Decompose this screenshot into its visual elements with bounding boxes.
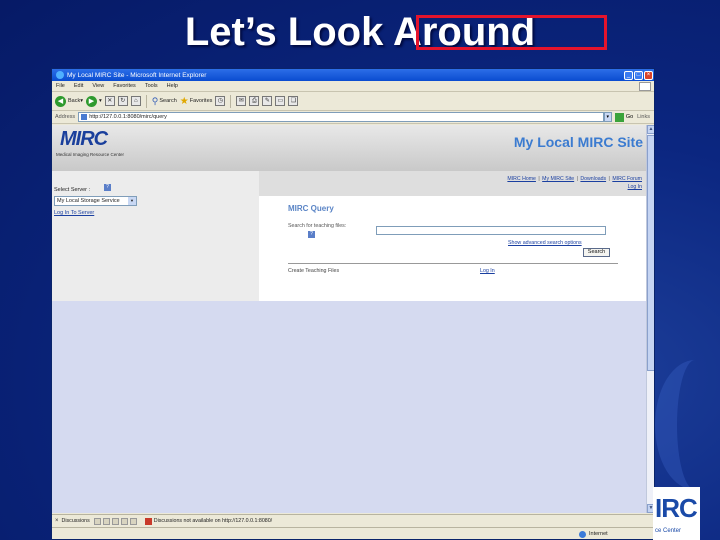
search-label: Search for teaching files: — [288, 223, 347, 229]
nav-highlight-box — [416, 15, 607, 50]
home-icon[interactable]: ⌂ — [130, 96, 141, 106]
corner-logo-text: IRC — [655, 493, 698, 523]
stop-icon[interactable]: ✕ — [104, 96, 115, 106]
left-panel: Select Server : ? My Local Storage Servi… — [52, 171, 259, 301]
windows-flag-icon — [639, 81, 651, 91]
login-to-server-link[interactable]: Log In To Server — [54, 210, 94, 216]
address-url: http://127.0.0.1:8080/mirc/query — [89, 114, 167, 120]
folder-icon[interactable]: ▭ — [275, 96, 286, 106]
nav-mirc-home[interactable]: MIRC Home — [507, 176, 536, 182]
scroll-up-icon[interactable]: ▲ — [647, 125, 654, 134]
search-button[interactable]: ⚲ Search — [152, 96, 177, 107]
nav-my-mirc-site[interactable]: My MIRC Site — [542, 176, 574, 182]
forward-arrow-icon: ▶ — [86, 95, 97, 107]
discussion-tool-icon[interactable] — [93, 517, 101, 525]
menu-help[interactable]: Help — [167, 83, 178, 89]
menu-view[interactable]: View — [92, 83, 104, 89]
server-select-value: My Local Storage Service — [57, 198, 120, 204]
refresh-icon[interactable]: ↻ — [117, 96, 128, 106]
search-submit-button[interactable]: Search — [583, 248, 610, 257]
nav-header: MIRC Home | My MIRC Site | Downloads | M… — [259, 171, 646, 196]
nav-links: MIRC Home | My MIRC Site | Downloads | M… — [507, 176, 642, 190]
close-discussions-icon[interactable]: × — [55, 518, 59, 524]
security-zone-label: Internet — [589, 531, 608, 537]
minimize-icon[interactable]: _ — [624, 70, 633, 80]
discussions-message: Discussions not available on http://127.… — [153, 518, 273, 524]
status-bar: Internet — [52, 527, 654, 539]
toolbar-separator — [145, 94, 147, 108]
back-button[interactable]: ◀ Back ▾ — [55, 95, 83, 107]
menu-favorites[interactable]: Favorites — [113, 83, 136, 89]
discussion-tool-icon[interactable] — [111, 517, 119, 525]
browser-window: My Local MIRC Site - Microsoft Internet … — [51, 68, 655, 540]
mail-icon[interactable]: ✉ — [236, 96, 247, 106]
vertical-scrollbar[interactable]: ▲ ▼ — [646, 125, 654, 513]
create-teaching-files-label: Create Teaching Files — [288, 268, 340, 274]
site-header: MIRC Medical Imaging Resource Center My … — [52, 125, 646, 171]
search-icon: ⚲ — [151, 95, 159, 106]
mirc-logo-subtitle: Medical Imaging Resource Center — [56, 152, 125, 157]
corner-logo-subtitle: ce Center — [655, 528, 682, 534]
divider — [288, 263, 618, 264]
discussion-tool-icon[interactable] — [102, 517, 110, 525]
site-title: My Local MIRC Site — [513, 134, 643, 150]
help-icon[interactable]: ? — [104, 184, 111, 191]
browser-titlebar: My Local MIRC Site - Microsoft Internet … — [52, 69, 654, 81]
back-arrow-icon: ◀ — [55, 95, 66, 107]
menu-tools[interactable]: Tools — [145, 83, 158, 89]
nav-log-in[interactable]: Log In — [628, 184, 642, 190]
address-input[interactable]: http://127.0.0.1:8080/mirc/query — [78, 112, 604, 122]
discussions-bar: × Discussions Discussions not available … — [52, 514, 654, 527]
mirc-logo[interactable]: MIRC — [60, 128, 108, 151]
menu-edit[interactable]: Edit — [74, 83, 83, 89]
maximize-icon[interactable]: □ — [634, 70, 643, 80]
select-server-label: Select Server : — [54, 187, 91, 193]
menu-file[interactable]: File — [56, 83, 65, 89]
forward-button[interactable]: ▶ ▾ — [86, 95, 102, 107]
research-icon[interactable]: ❑ — [288, 96, 299, 106]
links-button[interactable]: Links — [637, 114, 650, 120]
address-bar: Address http://127.0.0.1:8080/mirc/query… — [52, 111, 654, 124]
page-icon — [81, 114, 88, 120]
query-title: MIRC Query — [288, 204, 334, 213]
history-icon[interactable]: ◷ — [215, 96, 226, 106]
create-login-link[interactable]: Log In — [480, 268, 495, 274]
favorites-button[interactable]: ★ Favorites — [180, 96, 213, 107]
background-swoosh — [655, 360, 720, 490]
window-title: My Local MIRC Site - Microsoft Internet … — [67, 71, 207, 79]
nav-mirc-forum[interactable]: MIRC Forum — [612, 176, 642, 182]
slide-title: Let’s Look Around — [184, 10, 536, 54]
discussions-button[interactable]: Discussions — [62, 518, 90, 524]
print-icon[interactable]: ⎙ — [249, 96, 260, 106]
menu-bar: File Edit View Favorites Tools Help — [52, 81, 654, 92]
go-button[interactable]: Go — [626, 114, 633, 120]
server-select[interactable]: My Local Storage Service ▼ — [54, 196, 137, 206]
edit-icon[interactable]: ✎ — [262, 96, 273, 106]
go-arrow-icon[interactable] — [614, 112, 624, 122]
search-input[interactable] — [376, 226, 606, 235]
toolbar-separator — [230, 94, 232, 108]
toolbar: ◀ Back ▾ ▶ ▾ ✕ ↻ ⌂ ⚲ Search ★ Favorites ◷ ✉ … — [52, 92, 654, 111]
discussion-tool-icon[interactable] — [120, 517, 128, 525]
nav-downloads[interactable]: Downloads — [580, 176, 606, 182]
address-dropdown-icon[interactable]: ▾ — [603, 112, 612, 122]
discussion-tool-icon[interactable] — [129, 517, 137, 525]
address-label: Address — [55, 114, 76, 120]
warning-icon — [144, 517, 152, 525]
favorites-star-icon: ★ — [179, 95, 189, 107]
scroll-thumb[interactable] — [647, 135, 654, 371]
chevron-down-icon: ▼ — [128, 197, 136, 205]
search-help-icon[interactable]: ? — [308, 231, 315, 238]
close-icon[interactable]: × — [644, 70, 653, 80]
ie-icon — [56, 71, 64, 79]
internet-zone-icon — [579, 531, 586, 538]
query-panel: MIRC Query Search for teaching files: ? … — [259, 196, 646, 301]
advanced-search-link[interactable]: Show advanced search options — [508, 240, 582, 246]
mirc-corner-logo: IRC ce Center — [653, 487, 700, 540]
page-viewport: MIRC Medical Imaging Resource Center My … — [52, 125, 646, 513]
